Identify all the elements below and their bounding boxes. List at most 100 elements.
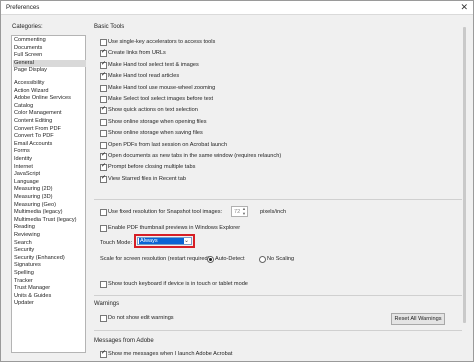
category-item[interactable]: Accessibility bbox=[13, 80, 86, 87]
category-item[interactable]: Convert To PDF bbox=[13, 133, 86, 140]
option-label: Create links from URLs bbox=[108, 50, 166, 57]
option-label: Make Hand tool use mouse-wheel zooming bbox=[108, 84, 216, 91]
option-checkbox[interactable] bbox=[100, 130, 107, 138]
category-item[interactable]: Updater bbox=[13, 300, 86, 307]
category-item[interactable]: Measuring (3D) bbox=[13, 194, 86, 201]
category-item[interactable]: Adobe Online Services bbox=[13, 95, 86, 102]
option-label: Show online storage when saving files bbox=[108, 130, 203, 137]
no-scaling-label: No Scaling bbox=[267, 256, 295, 262]
category-item[interactable]: Documents bbox=[13, 45, 86, 52]
launch-messages-label: Show me messages when I launch Adobe Acr… bbox=[108, 351, 233, 357]
preferences-window: Preferences ✕ Categories: Commenting Docu… bbox=[0, 0, 474, 362]
window-title: Preferences bbox=[6, 4, 40, 11]
category-item[interactable]: Reading bbox=[13, 224, 86, 231]
category-item[interactable]: Security bbox=[13, 247, 86, 254]
category-item[interactable]: Trust Manager bbox=[13, 285, 86, 292]
category-item[interactable]: Tracker bbox=[13, 278, 86, 285]
option-checkbox[interactable] bbox=[100, 39, 107, 46]
category-item[interactable]: Search bbox=[13, 240, 86, 247]
category-item[interactable]: Multimedia Trust (legacy) bbox=[13, 217, 86, 224]
category-item[interactable]: Security (Enhanced) bbox=[13, 255, 86, 262]
touch-keyboard-label: Show touch keyboard if device is in touc… bbox=[108, 281, 248, 287]
option-label: Make Hand tool select text & images bbox=[108, 61, 199, 68]
snapshot-resolution-value: 72 bbox=[234, 209, 241, 215]
category-item[interactable]: JavaScript bbox=[13, 171, 86, 178]
section-divider bbox=[94, 199, 466, 200]
no-scaling-radio[interactable] bbox=[259, 256, 266, 263]
option-checkbox[interactable] bbox=[100, 61, 107, 69]
category-item[interactable]: General bbox=[13, 59, 86, 67]
category-item[interactable]: Reviewing bbox=[13, 232, 86, 239]
category-item[interactable]: Full Screen bbox=[13, 52, 86, 59]
category-item[interactable]: Convert From PDF bbox=[13, 126, 86, 133]
thumbnail-preview-checkbox[interactable] bbox=[100, 225, 107, 232]
category-item[interactable]: Action Wizard bbox=[13, 88, 86, 95]
category-item[interactable]: Content Editing bbox=[13, 118, 86, 125]
close-icon[interactable]: ✕ bbox=[460, 2, 468, 12]
category-item[interactable]: Units & Guides bbox=[13, 293, 86, 300]
section-divider bbox=[94, 295, 466, 296]
category-item[interactable]: Email Accounts bbox=[13, 141, 86, 148]
category-item[interactable]: Language bbox=[13, 179, 86, 186]
option-checkbox[interactable] bbox=[100, 118, 107, 126]
scale-label: Scale for screen resolution (restart req… bbox=[100, 256, 211, 262]
category-item[interactable]: Commenting bbox=[13, 37, 86, 44]
snapshot-unit-label: pixels/inch bbox=[260, 209, 287, 215]
chevron-down-icon: ⌄ bbox=[183, 238, 189, 244]
option-label: Prompt before closing multiple tabs bbox=[108, 164, 196, 171]
touch-keyboard-checkbox[interactable] bbox=[100, 281, 107, 288]
warnings-title: Warnings bbox=[94, 301, 120, 307]
category-item[interactable]: Multimedia (legacy) bbox=[13, 209, 86, 216]
auto-detect-label: Auto-Detect bbox=[215, 256, 245, 262]
touch-mode-value: Always bbox=[139, 238, 184, 244]
option-checkbox[interactable] bbox=[100, 175, 107, 183]
option-checkbox[interactable] bbox=[100, 141, 107, 149]
option-checkbox[interactable] bbox=[100, 152, 107, 160]
option-label: Use single-key accelerators to access to… bbox=[108, 39, 216, 45]
auto-detect-radio[interactable] bbox=[207, 256, 214, 263]
category-item[interactable]: Spelling bbox=[13, 270, 86, 277]
category-item[interactable]: Identity bbox=[13, 156, 86, 163]
messages-title: Messages from Adobe bbox=[94, 338, 154, 344]
option-checkbox[interactable] bbox=[100, 49, 107, 58]
option-label: Open documents as new tabs in the same w… bbox=[108, 153, 282, 159]
reset-warnings-button[interactable]: Reset All Warnings bbox=[391, 313, 445, 325]
touch-mode-label: Touch Mode: bbox=[100, 240, 133, 246]
edit-warnings-label: Do not show edit warnings bbox=[108, 315, 174, 321]
snapshot-resolution-checkbox[interactable] bbox=[100, 209, 107, 216]
option-checkbox[interactable] bbox=[100, 163, 107, 172]
option-label: Open PDFs from last session on Acrobat l… bbox=[108, 141, 228, 148]
touch-mode-highlight: Always ⌄ bbox=[134, 234, 195, 248]
launch-messages-checkbox[interactable] bbox=[100, 350, 107, 358]
categories-list[interactable]: Commenting Documents Full Screen General Pag… bbox=[11, 35, 86, 353]
option-label: Make Select tool select images before te… bbox=[108, 96, 214, 102]
category-item[interactable]: Color Management bbox=[13, 110, 86, 117]
thumbnail-preview-label: Enable PDF thumbnail previews in Windows… bbox=[108, 225, 241, 231]
title-bar: Preferences ✕ bbox=[1, 1, 473, 15]
option-label: Show online storage when opening files bbox=[108, 118, 207, 125]
option-checkbox[interactable] bbox=[100, 72, 107, 81]
scrollbar[interactable] bbox=[462, 25, 468, 359]
scrollbar-thumb[interactable] bbox=[463, 27, 466, 323]
category-item[interactable]: Page Display bbox=[13, 67, 86, 74]
category-item[interactable]: Forms bbox=[13, 148, 86, 155]
section-divider bbox=[94, 330, 466, 331]
edit-warnings-checkbox[interactable] bbox=[100, 315, 107, 322]
category-item[interactable]: Catalog bbox=[13, 103, 86, 110]
touch-mode-dropdown[interactable]: Always ⌄ bbox=[137, 237, 192, 245]
categories-label: Categories: bbox=[12, 24, 43, 30]
category-item[interactable]: Internet bbox=[13, 164, 86, 171]
option-checkbox[interactable] bbox=[100, 84, 107, 92]
option-label: Make Hand tool read articles bbox=[108, 73, 180, 80]
option-checkbox[interactable] bbox=[100, 106, 107, 115]
category-item[interactable]: Signatures bbox=[13, 262, 86, 269]
category-item[interactable]: Measuring (2D) bbox=[13, 186, 86, 193]
category-item[interactable]: Measuring (Geo) bbox=[13, 202, 86, 209]
snapshot-resolution-input[interactable]: 72 ▲ ▼ bbox=[231, 206, 248, 217]
basic-tools-title: Basic Tools bbox=[94, 24, 125, 30]
spinner-icon[interactable]: ▲ ▼ bbox=[242, 206, 246, 216]
option-checkbox[interactable] bbox=[100, 96, 107, 103]
option-label: Show quick actions on text selection bbox=[108, 107, 198, 114]
option-label: View Starred files in Recent tab bbox=[108, 175, 186, 182]
snapshot-resolution-label: Use fixed resolution for Snapshot tool i… bbox=[108, 209, 223, 215]
